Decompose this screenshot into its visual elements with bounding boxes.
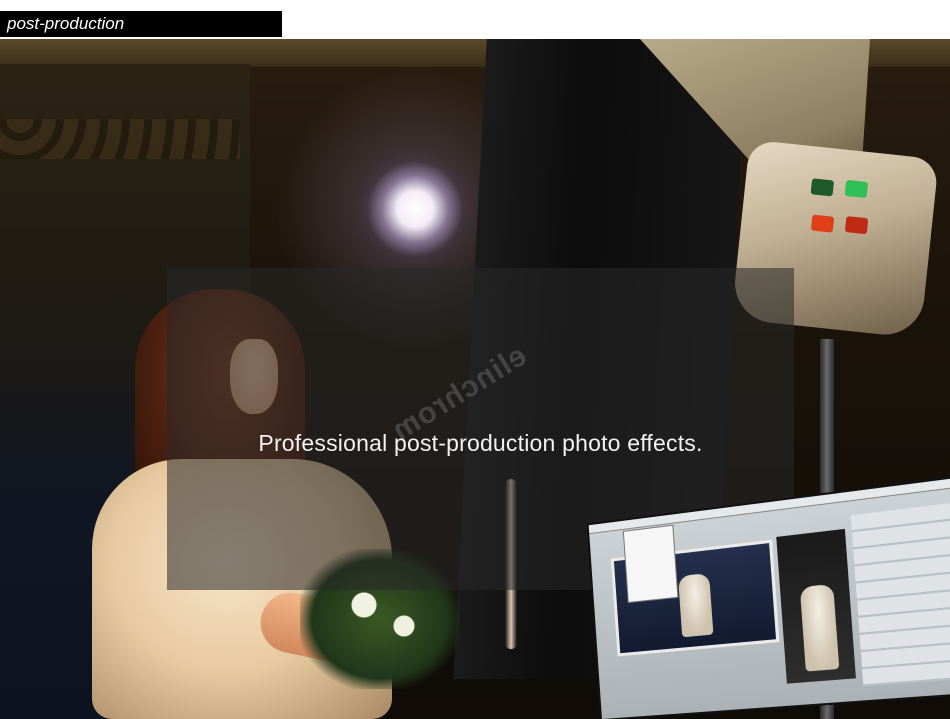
curtain-valance	[0, 119, 240, 159]
strobe-indicator-green-2	[845, 180, 869, 198]
strobe-indicator-red	[811, 215, 835, 233]
strobe-indicator-red-2	[845, 216, 869, 234]
hero-photo: elinchrom Professional post-production p…	[0, 39, 950, 719]
section-title: post-production	[7, 14, 124, 33]
thumbnail-bride-figure	[678, 573, 713, 638]
section-title-bar: post-production	[0, 11, 282, 37]
thumbnail-canvas-secondary	[776, 529, 856, 684]
thumbnail-dropdown-menu	[623, 525, 679, 603]
thumbnail-bride-figure-2	[800, 584, 840, 672]
thumbnail-tool-panels	[851, 502, 950, 686]
strobe-indicator-green	[811, 178, 835, 196]
